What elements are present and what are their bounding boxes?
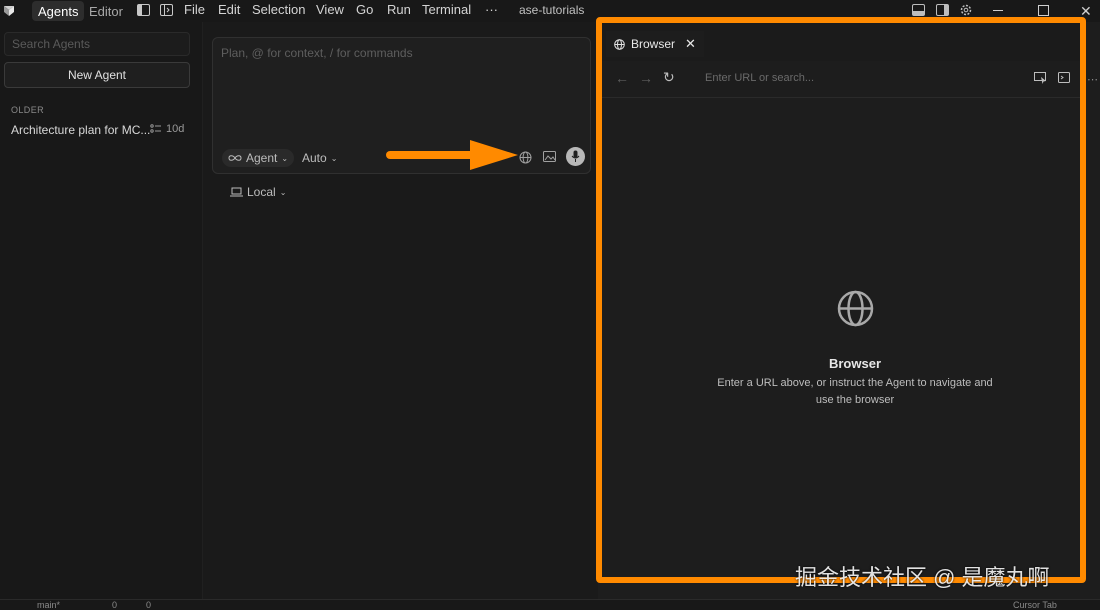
new-agent-button[interactable]: New Agent: [4, 62, 190, 88]
menu-run[interactable]: Run: [387, 2, 411, 17]
console-icon[interactable]: [1058, 72, 1070, 83]
model-selector[interactable]: Auto ⌄: [302, 151, 337, 165]
browser-toolbar: ← → ↻ Enter URL or search...: [602, 61, 1082, 98]
empty-state-line-1: Enter a URL above, or instruct the Agent…: [717, 377, 993, 389]
section-label-older: OLDER: [11, 105, 45, 115]
more-actions-icon[interactable]: ⋯: [1087, 73, 1098, 86]
browser-tab-label: Browser: [631, 37, 676, 51]
url-input[interactable]: Enter URL or search...: [705, 72, 814, 84]
select-element-icon[interactable]: [1034, 72, 1047, 84]
close-tab-icon[interactable]: ✕: [685, 36, 696, 52]
menu-go[interactable]: Go: [356, 2, 373, 17]
menu-selection[interactable]: Selection: [252, 2, 305, 17]
toggle-panel-icon[interactable]: [160, 4, 173, 17]
maximize-icon[interactable]: [1038, 5, 1049, 16]
empty-state-description: Enter a URL above, or instruct the Agent…: [602, 375, 1100, 409]
infinity-icon: [228, 154, 242, 162]
empty-state-globe-icon: [837, 290, 874, 327]
globe-icon: [614, 38, 625, 50]
empty-state-line-2: use the browser: [815, 394, 895, 406]
workspace-title: ase-tutorials: [519, 3, 585, 17]
menu-file[interactable]: File: [184, 2, 205, 17]
laptop-icon: [230, 187, 243, 197]
model-label: Auto: [302, 151, 327, 165]
microphone-button[interactable]: [566, 147, 585, 166]
app-logo-icon: [3, 4, 15, 17]
title-bar: Agents Editor File Edit Selection View G…: [0, 0, 1100, 22]
agent-item-title: Architecture plan for MC...: [11, 123, 151, 137]
close-window-icon[interactable]: ✕: [1080, 3, 1092, 20]
location-label: Local: [247, 185, 276, 199]
layout-panel-icon[interactable]: [912, 4, 926, 17]
settings-gear-icon[interactable]: [959, 3, 973, 17]
toggle-sidebar-icon[interactable]: [137, 4, 150, 17]
menu-view[interactable]: View: [316, 2, 344, 17]
agent-item-age: 10d: [166, 123, 185, 135]
chevron-down-icon: ⌄: [330, 153, 338, 163]
menu-edit[interactable]: Edit: [218, 2, 240, 17]
tab-agents[interactable]: Agents: [32, 1, 85, 21]
reload-icon[interactable]: ↻: [663, 69, 675, 86]
composer-input[interactable]: Plan, @ for context, / for commands: [221, 46, 413, 60]
browser-tab[interactable]: Browser ✕: [606, 31, 704, 57]
chevron-down-icon: ⌄: [279, 187, 287, 197]
status-bar: main* 0 0 Cursor Tab: [0, 599, 1100, 610]
agent-list-item[interactable]: Architecture plan for MC... 10d: [0, 119, 200, 139]
menu-more[interactable]: ···: [485, 2, 498, 17]
tab-editor[interactable]: Editor: [89, 1, 123, 21]
list-icon: [150, 124, 162, 134]
minimize-icon[interactable]: [993, 10, 1003, 11]
microphone-icon: [571, 150, 580, 163]
empty-state-title: Browser: [828, 356, 882, 371]
watermark-text: 掘金技术社区 @ 是魔丸啊: [795, 565, 1050, 590]
location-selector[interactable]: Local ⌄: [230, 185, 286, 199]
annotation-arrow: [386, 138, 518, 174]
mode-selector[interactable]: Agent ⌄: [222, 149, 295, 167]
layout-secondary-icon[interactable]: [936, 4, 950, 17]
mode-label: Agent: [246, 151, 278, 165]
forward-arrow-icon[interactable]: →: [639, 70, 653, 86]
browser-globe-icon[interactable]: [519, 151, 532, 164]
menu-terminal[interactable]: Terminal: [422, 2, 471, 17]
back-arrow-icon[interactable]: ←: [615, 70, 629, 86]
image-upload-icon[interactable]: [543, 151, 556, 163]
chevron-down-icon: ⌄: [281, 153, 289, 163]
search-agents-input[interactable]: Search Agents: [4, 32, 190, 56]
